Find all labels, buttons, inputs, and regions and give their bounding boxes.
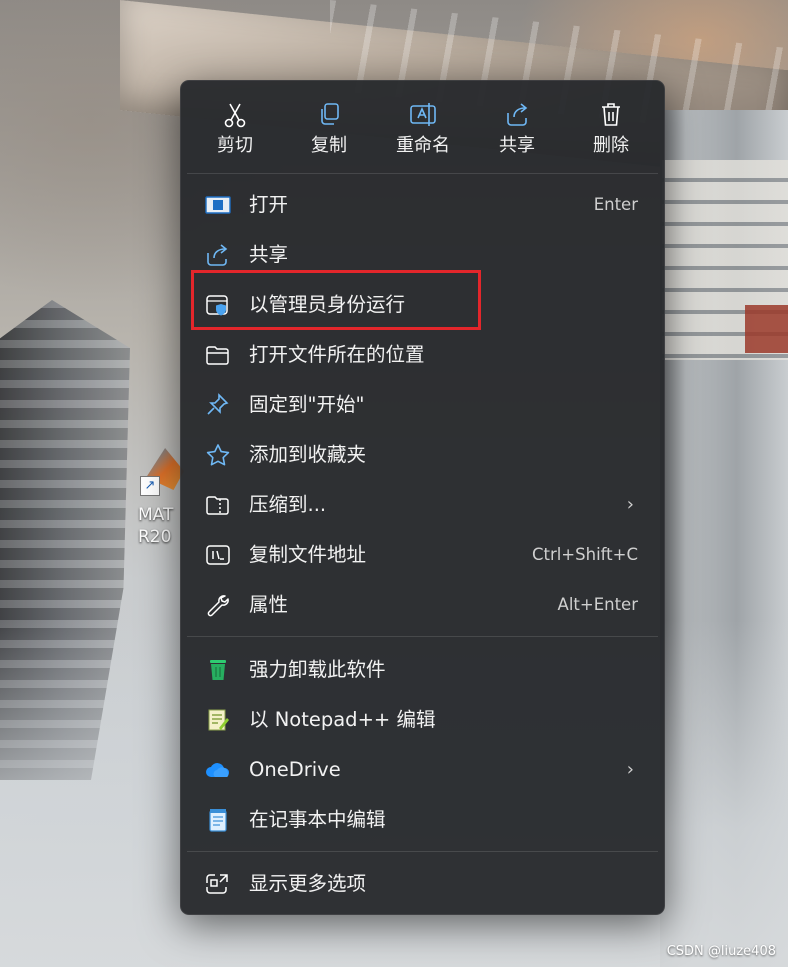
folder-icon: [205, 343, 231, 367]
copy-icon: [289, 101, 369, 133]
star-icon: [205, 443, 231, 467]
copy-path-icon: [205, 543, 231, 567]
scissors-icon: [195, 101, 275, 133]
cut-label: 剪切: [217, 135, 253, 156]
context-menu-toolbar: 剪切 复制 重命名 共享 删除: [181, 81, 664, 173]
menu-item-onedrive[interactable]: OneDrive ›: [187, 747, 658, 793]
menu-item-label: 打开文件所在的位置: [249, 343, 425, 366]
menu-item-label: 添加到收藏夹: [249, 443, 367, 466]
copy-label: 复制: [311, 135, 347, 156]
zip-folder-icon: [205, 493, 231, 517]
submenu-chevron-icon: ›: [626, 759, 634, 780]
copy-button[interactable]: 复制: [289, 95, 369, 165]
notepadpp-icon: [205, 708, 231, 732]
share-button[interactable]: 共享: [477, 95, 557, 165]
annotation-highlight-box: [191, 270, 481, 330]
menu-item-add-to-favorites[interactable]: 添加到收藏夹: [187, 432, 658, 478]
rename-button[interactable]: 重命名: [383, 95, 463, 165]
menu-item-show-more-options[interactable]: 显示更多选项: [187, 861, 658, 907]
shortcut-text: Ctrl+Shift+C: [531, 545, 638, 564]
separator: [187, 173, 658, 174]
rename-label: 重命名: [396, 135, 450, 156]
menu-item-edit-notepadpp[interactable]: 以 Notepad++ 编辑: [187, 697, 658, 743]
submenu-chevron-icon: ›: [626, 494, 634, 515]
menu-item-label: OneDrive: [249, 758, 341, 781]
menu-item-edit-notepad[interactable]: 在记事本中编辑: [187, 797, 658, 843]
separator: [187, 636, 658, 637]
trash-green-icon: [205, 658, 231, 682]
pin-icon: [205, 393, 231, 417]
delete-button[interactable]: 删除: [571, 95, 651, 165]
menu-item-compress-to[interactable]: 压缩到... ›: [187, 482, 658, 528]
trash-icon: [571, 101, 651, 133]
separator: [187, 851, 658, 852]
share-icon: [205, 243, 231, 267]
menu-item-label: 固定到"开始": [249, 393, 365, 416]
menu-item-label: 属性: [249, 593, 289, 616]
menu-item-properties[interactable]: 属性 Alt+Enter: [187, 582, 658, 628]
menu-item-pin-to-start[interactable]: 固定到"开始": [187, 382, 658, 428]
cut-button[interactable]: 剪切: [195, 95, 275, 165]
open-app-icon: [205, 193, 231, 217]
menu-item-label: 在记事本中编辑: [249, 808, 386, 831]
menu-item-label: 强力卸载此软件: [249, 658, 386, 681]
wrench-icon: [205, 593, 231, 617]
menu-item-open[interactable]: 打开 Enter: [187, 182, 658, 228]
menu-item-copy-path[interactable]: 复制文件地址 Ctrl+Shift+C: [187, 532, 658, 578]
menu-item-label: 复制文件地址: [249, 543, 367, 566]
context-menu: 剪切 复制 重命名 共享 删除 打开 Enter 共享 以管理员身份运行 打开文…: [180, 80, 665, 915]
menu-item-label: 以 Notepad++ 编辑: [249, 708, 436, 731]
share-toolbar-label: 共享: [499, 135, 535, 156]
shortcut-text: Enter: [593, 195, 638, 214]
menu-item-label: 显示更多选项: [249, 872, 367, 895]
background-red-accent: [745, 305, 788, 353]
share-toolbar-icon: [477, 101, 557, 133]
menu-item-force-uninstall[interactable]: 强力卸载此软件: [187, 647, 658, 693]
more-options-icon: [205, 872, 231, 896]
menu-item-label: 压缩到...: [249, 493, 327, 516]
delete-label: 删除: [593, 135, 629, 156]
shortcut-text: Alt+Enter: [557, 595, 638, 614]
shortcut-arrow-icon: ↗: [140, 476, 160, 496]
watermark: CSDN @liuze408: [666, 944, 776, 959]
rename-icon: [383, 101, 463, 133]
notepad-icon: [205, 808, 231, 832]
menu-item-open-file-location[interactable]: 打开文件所在的位置: [187, 332, 658, 378]
menu-item-label: 打开: [249, 193, 289, 216]
cloud-icon: [205, 758, 231, 782]
